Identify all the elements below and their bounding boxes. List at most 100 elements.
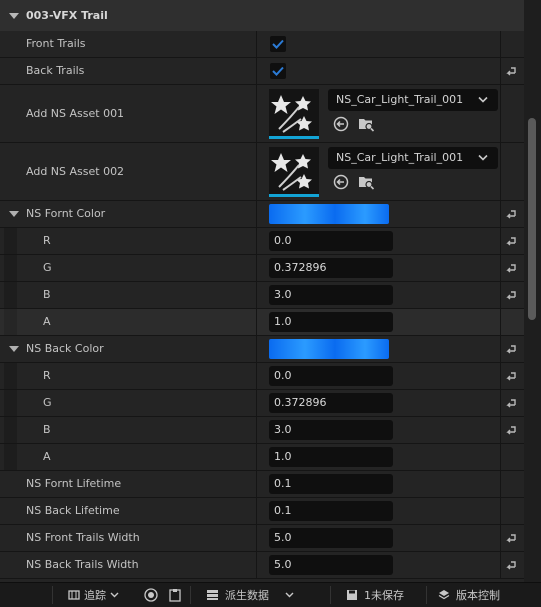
asset-002-dropdown[interactable]: NS_Car_Light_Trail_001 — [328, 147, 498, 169]
front-r-label: R — [43, 234, 51, 247]
derived-data-label: 派生数据 — [225, 589, 269, 602]
use-selected-asset-icon[interactable] — [332, 173, 350, 191]
row-front-color: NS Fornt Color — [0, 201, 524, 228]
status-bar: 追踪 派生数据 1未保存 版本控制 — [0, 582, 541, 607]
details-panel: 003-VFX Trail Front Trails Back Trails A… — [0, 0, 524, 582]
save-icon — [347, 590, 357, 600]
front-g-label: G — [43, 261, 52, 274]
collapse-arrow-icon[interactable] — [9, 13, 19, 19]
back-g-input[interactable]: 0.372896 — [269, 393, 393, 413]
front-b-input[interactable]: 3.0 — [269, 285, 393, 305]
reset-to-default-icon[interactable] — [504, 423, 518, 437]
back-b-label: B — [43, 423, 51, 436]
back-color-label: NS Back Color — [26, 342, 104, 355]
back-lifetime-label: NS Back Lifetime — [26, 504, 120, 517]
front-r-input[interactable]: 0.0 — [269, 231, 393, 251]
back-lifetime-input[interactable]: 0.1 — [269, 501, 393, 521]
asset-001-label: Add NS Asset 001 — [26, 107, 125, 120]
chevron-down-icon — [478, 96, 488, 103]
front-color-swatch[interactable] — [269, 204, 389, 224]
row-back-color-g: G 0.372896 — [0, 390, 524, 417]
reset-to-default-icon[interactable] — [504, 234, 518, 248]
reset-to-default-icon[interactable] — [504, 288, 518, 302]
front-color-label: NS Fornt Color — [26, 207, 106, 220]
unsaved-button[interactable]: 1未保存 — [346, 583, 404, 607]
track-icon — [68, 590, 80, 600]
row-front-trails-width: NS Front Trails Width 5.0 — [0, 525, 524, 552]
front-lifetime-input[interactable]: 0.1 — [269, 474, 393, 494]
row-back-lifetime: NS Back Lifetime 0.1 — [0, 498, 524, 525]
derived-data-button[interactable]: 派生数据 — [206, 583, 294, 607]
front-g-input[interactable]: 0.372896 — [269, 258, 393, 278]
asset-002-thumbnail[interactable] — [269, 147, 319, 197]
expand-arrow-icon[interactable] — [9, 211, 19, 217]
derived-data-icon — [207, 590, 218, 600]
reset-to-default-icon[interactable] — [504, 369, 518, 383]
use-selected-asset-icon[interactable] — [332, 115, 350, 133]
row-front-color-a: A 1.0 — [0, 309, 524, 336]
asset-001-dropdown[interactable]: NS_Car_Light_Trail_001 — [328, 89, 498, 111]
row-back-color: NS Back Color — [0, 336, 524, 363]
row-front-color-r: R 0.0 — [0, 228, 524, 255]
reset-to-default-icon[interactable] — [504, 396, 518, 410]
expand-arrow-icon[interactable] — [9, 346, 19, 352]
back-width-input[interactable]: 5.0 — [269, 555, 393, 575]
asset-002-label: Add NS Asset 002 — [26, 165, 125, 178]
browse-asset-icon[interactable] — [357, 173, 375, 191]
track-button[interactable]: 追踪 — [68, 583, 119, 607]
front-trails-label: Front Trails — [26, 37, 86, 50]
niagara-system-icon — [271, 153, 312, 191]
reset-to-default-icon[interactable] — [504, 64, 518, 78]
reset-to-default-icon[interactable] — [504, 558, 518, 572]
asset-001-value: NS_Car_Light_Trail_001 — [336, 93, 464, 106]
row-front-trails: Front Trails — [0, 31, 524, 58]
track-label: 追踪 — [84, 589, 106, 602]
reset-to-default-icon[interactable] — [504, 531, 518, 545]
row-front-color-g: G 0.372896 — [0, 255, 524, 282]
front-width-label: NS Front Trails Width — [26, 531, 140, 544]
section-title: 003-VFX Trail — [26, 9, 108, 22]
version-control-label: 版本控制 — [456, 589, 500, 602]
scrollbar-thumb[interactable] — [528, 118, 536, 320]
clipboard-icon[interactable] — [168, 588, 182, 602]
row-back-trails: Back Trails — [0, 58, 524, 85]
back-color-swatch[interactable] — [269, 339, 389, 359]
front-width-input[interactable]: 5.0 — [269, 528, 393, 548]
row-ns-asset-001: Add NS Asset 001 NS_Car_Light_Trail_001 — [0, 85, 524, 143]
back-width-label: NS Back Trails Width — [26, 558, 139, 571]
back-g-label: G — [43, 396, 52, 409]
row-front-color-b: B 3.0 — [0, 282, 524, 309]
front-trails-checkbox[interactable] — [270, 36, 286, 52]
record-icon[interactable] — [144, 588, 158, 602]
row-ns-asset-002: Add NS Asset 002 NS_Car_Light_Trail_001 — [0, 143, 524, 201]
section-header-vfx-trail[interactable]: 003-VFX Trail — [0, 0, 524, 32]
chevron-down-icon — [478, 154, 488, 161]
back-a-input[interactable]: 1.0 — [269, 447, 393, 467]
row-front-lifetime: NS Fornt Lifetime 0.1 — [0, 471, 524, 498]
front-lifetime-label: NS Fornt Lifetime — [26, 477, 122, 490]
browse-asset-icon[interactable] — [357, 115, 375, 133]
front-a-input[interactable]: 1.0 — [269, 312, 393, 332]
asset-001-thumbnail[interactable] — [269, 89, 319, 139]
back-b-input[interactable]: 3.0 — [269, 420, 393, 440]
vertical-scrollbar[interactable] — [524, 0, 541, 582]
version-control-button[interactable]: 版本控制 — [438, 583, 500, 607]
version-control-icon — [438, 590, 450, 600]
niagara-system-icon — [271, 95, 312, 133]
front-b-label: B — [43, 288, 51, 301]
row-back-color-r: R 0.0 — [0, 363, 524, 390]
row-back-color-b: B 3.0 — [0, 417, 524, 444]
reset-to-default-icon[interactable] — [504, 261, 518, 275]
asset-002-value: NS_Car_Light_Trail_001 — [336, 151, 464, 164]
reset-to-default-icon[interactable] — [504, 342, 518, 356]
chevron-down-icon — [285, 592, 294, 598]
row-back-color-a: A 1.0 — [0, 444, 524, 471]
unsaved-label: 1未保存 — [364, 589, 404, 602]
back-r-label: R — [43, 369, 51, 382]
chevron-down-icon — [110, 592, 119, 598]
back-r-input[interactable]: 0.0 — [269, 366, 393, 386]
reset-to-default-icon[interactable] — [504, 207, 518, 221]
back-trails-checkbox[interactable] — [270, 63, 286, 79]
back-a-label: A — [43, 450, 51, 463]
back-trails-label: Back Trails — [26, 64, 85, 77]
